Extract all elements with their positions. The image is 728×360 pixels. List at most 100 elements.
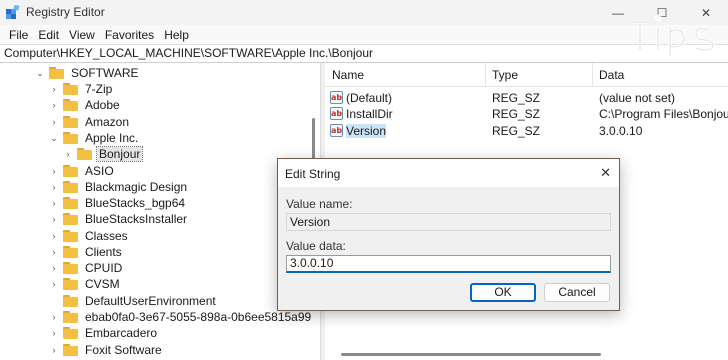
chevron-right-icon[interactable]: › xyxy=(48,276,60,292)
tree-item-label: ebab0fa0-3e67-5055-898a-0b6ee5815a99 xyxy=(85,310,312,324)
tree-item-label: ASIO xyxy=(85,164,114,178)
tree-item-label: Bonjour xyxy=(95,146,144,162)
list-row-default[interactable]: ab (Default) REG_SZ (value not set) xyxy=(325,89,728,106)
chevron-right-icon[interactable]: › xyxy=(48,228,60,244)
tree-item-classes[interactable]: › Classes xyxy=(48,228,130,244)
column-header-name[interactable]: Name xyxy=(332,68,364,82)
tree-item-amazon[interactable]: › Amazon xyxy=(48,114,131,130)
value-type: REG_SZ xyxy=(492,124,541,138)
menu-bar: File Edit View Favorites Help xyxy=(0,25,728,44)
chevron-right-icon[interactable]: › xyxy=(48,309,60,325)
chevron-right-icon[interactable]: › xyxy=(48,211,60,227)
window-title: Registry Editor xyxy=(26,5,105,19)
value-name: Version xyxy=(346,124,387,138)
tree-item-cvsm[interactable]: › CVSM xyxy=(48,276,122,292)
value-name: (Default) xyxy=(346,91,393,105)
folder-icon xyxy=(63,295,78,307)
value-data: C:\Program Files\Bonjour\ xyxy=(599,107,728,121)
tree-item-cpuid[interactable]: › CPUID xyxy=(48,260,124,276)
value-type: REG_SZ xyxy=(492,91,541,105)
chevron-right-icon[interactable]: › xyxy=(62,146,74,162)
tree-item-label: CPUID xyxy=(85,261,123,275)
tree-item-software[interactable]: ⌄ SOFTWARE xyxy=(34,65,141,81)
list-row-installdir[interactable]: ab InstallDir REG_SZ C:\Program Files\Bo… xyxy=(325,105,728,122)
cancel-button[interactable]: Cancel xyxy=(544,283,610,302)
tree-item-foxit-software[interactable]: › Foxit Software xyxy=(48,342,164,358)
tree-item-adobe[interactable]: › Adobe xyxy=(48,97,122,113)
folder-icon xyxy=(63,311,78,323)
menu-favorites[interactable]: Favorites xyxy=(100,28,159,42)
tree-item-bluestacks-bgp64[interactable]: › BlueStacks_bgp64 xyxy=(48,195,187,211)
chevron-right-icon[interactable]: › xyxy=(48,244,60,260)
close-icon[interactable]: ✕ xyxy=(600,165,611,181)
folder-icon xyxy=(63,197,78,209)
column-divider[interactable] xyxy=(485,63,486,87)
value-name: InstallDir xyxy=(346,107,393,121)
folder-icon xyxy=(77,148,92,160)
ok-button[interactable]: OK xyxy=(470,283,536,302)
chevron-right-icon[interactable]: › xyxy=(48,114,60,130)
folder-icon xyxy=(63,278,78,290)
tree-item-clients[interactable]: › Clients xyxy=(48,244,124,260)
list-header: Name Type Data xyxy=(325,63,728,87)
tree-item-asio[interactable]: › ASIO xyxy=(48,163,116,179)
tree-item-label: Classes xyxy=(85,229,128,243)
tree-item-bluestacksinstaller[interactable]: › BlueStacksInstaller xyxy=(48,211,189,227)
value-data-field[interactable]: 3.0.0.10 xyxy=(286,255,611,273)
tree-item-apple-inc[interactable]: ⌄ Apple Inc. xyxy=(48,130,140,146)
value-name-field: Version xyxy=(286,213,611,231)
tree-item-7-zip[interactable]: › 7-Zip xyxy=(48,81,114,97)
column-header-type[interactable]: Type xyxy=(492,68,518,82)
value-data-label: Value data: xyxy=(286,239,346,253)
tree-item-defaultuserenvironment[interactable]: › DefaultUserEnvironment xyxy=(48,293,218,309)
chevron-right-icon[interactable]: › xyxy=(48,163,60,179)
tree-item-label: Embarcadero xyxy=(85,326,158,340)
registry-tree: ⌄ SOFTWARE › 7-Zip › Adobe › Amazon ⌄ Ap… xyxy=(0,63,320,360)
folder-icon xyxy=(63,262,78,274)
value-data: (value not set) xyxy=(599,91,676,105)
title-bar: Registry Editor — ☐ ✕ xyxy=(0,0,728,25)
folder-icon xyxy=(63,181,78,193)
chevron-right-icon[interactable]: › xyxy=(48,81,60,97)
folder-icon xyxy=(63,344,78,356)
value-type: REG_SZ xyxy=(492,107,541,121)
chevron-right-icon[interactable]: › xyxy=(48,325,60,341)
chevron-right-icon[interactable]: › xyxy=(48,179,60,195)
chevron-right-icon[interactable]: › xyxy=(48,260,60,276)
chevron-right-icon[interactable]: › xyxy=(48,97,60,113)
tree-item-blackmagic-design[interactable]: › Blackmagic Design xyxy=(48,179,189,195)
tree-item-embarcadero[interactable]: › Embarcadero xyxy=(48,325,159,341)
menu-file[interactable]: File xyxy=(4,28,33,42)
folder-icon xyxy=(63,246,78,258)
chevron-right-icon[interactable]: › xyxy=(48,342,60,358)
tree-item-bonjour[interactable]: › Bonjour xyxy=(62,146,144,162)
folder-icon xyxy=(49,67,64,79)
dialog-title: Edit String xyxy=(285,167,341,181)
tree-item-label: Adobe xyxy=(85,98,120,112)
address-bar[interactable]: Computer\HKEY_LOCAL_MACHINE\SOFTWARE\App… xyxy=(0,44,728,63)
column-header-data[interactable]: Data xyxy=(599,68,624,82)
ab-string-icon: ab xyxy=(330,107,343,120)
tree-item-ebab0fa0[interactable]: › ebab0fa0-3e67-5055-898a-0b6ee5815a99 xyxy=(48,309,313,325)
chevron-down-icon[interactable]: ⌄ xyxy=(48,130,60,146)
watermark-logo xyxy=(630,14,715,56)
chevron-right-icon[interactable]: › xyxy=(48,195,60,211)
value-name-label: Value name: xyxy=(286,197,353,211)
folder-icon xyxy=(63,213,78,225)
ab-string-icon: ab xyxy=(330,124,343,137)
tree-item-label: Blackmagic Design xyxy=(85,180,188,194)
value-data: 3.0.0.10 xyxy=(599,124,643,138)
menu-edit[interactable]: Edit xyxy=(33,28,64,42)
tree-item-label: Apple Inc. xyxy=(85,131,139,145)
list-scrollbar-thumb[interactable] xyxy=(341,353,601,356)
menu-view[interactable]: View xyxy=(64,28,100,42)
ab-string-icon: ab xyxy=(330,91,343,104)
folder-icon xyxy=(63,116,78,128)
list-row-version[interactable]: ab Version REG_SZ 3.0.0.10 xyxy=(325,122,728,139)
column-divider[interactable] xyxy=(592,63,593,87)
list-scrollbar[interactable] xyxy=(325,348,728,360)
tree-item-label: DefaultUserEnvironment xyxy=(85,294,216,308)
menu-help[interactable]: Help xyxy=(159,28,194,42)
chevron-down-icon[interactable]: ⌄ xyxy=(34,65,46,81)
tree-item-label: CVSM xyxy=(85,277,120,291)
